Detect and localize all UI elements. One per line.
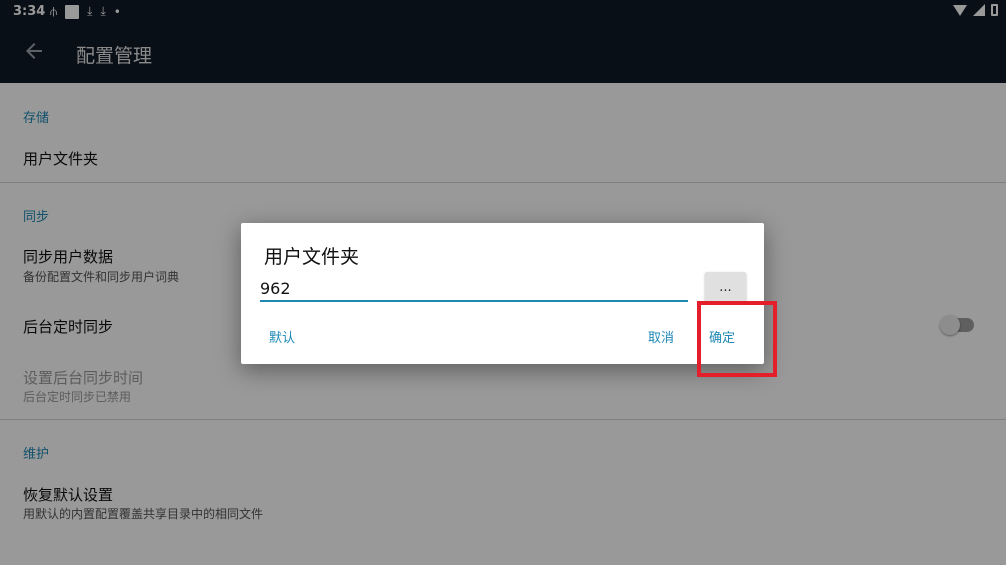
dialog-title: 用户文件夹 bbox=[264, 246, 360, 268]
ok-button[interactable]: 确定 bbox=[709, 327, 735, 346]
default-button[interactable]: 默认 bbox=[269, 327, 295, 346]
browse-button[interactable]: ... bbox=[705, 272, 746, 302]
folder-path-input[interactable] bbox=[260, 276, 688, 302]
user-folder-dialog: 用户文件夹 ... 默认 取消 确定 bbox=[241, 223, 764, 364]
cancel-button[interactable]: 取消 bbox=[648, 327, 674, 346]
